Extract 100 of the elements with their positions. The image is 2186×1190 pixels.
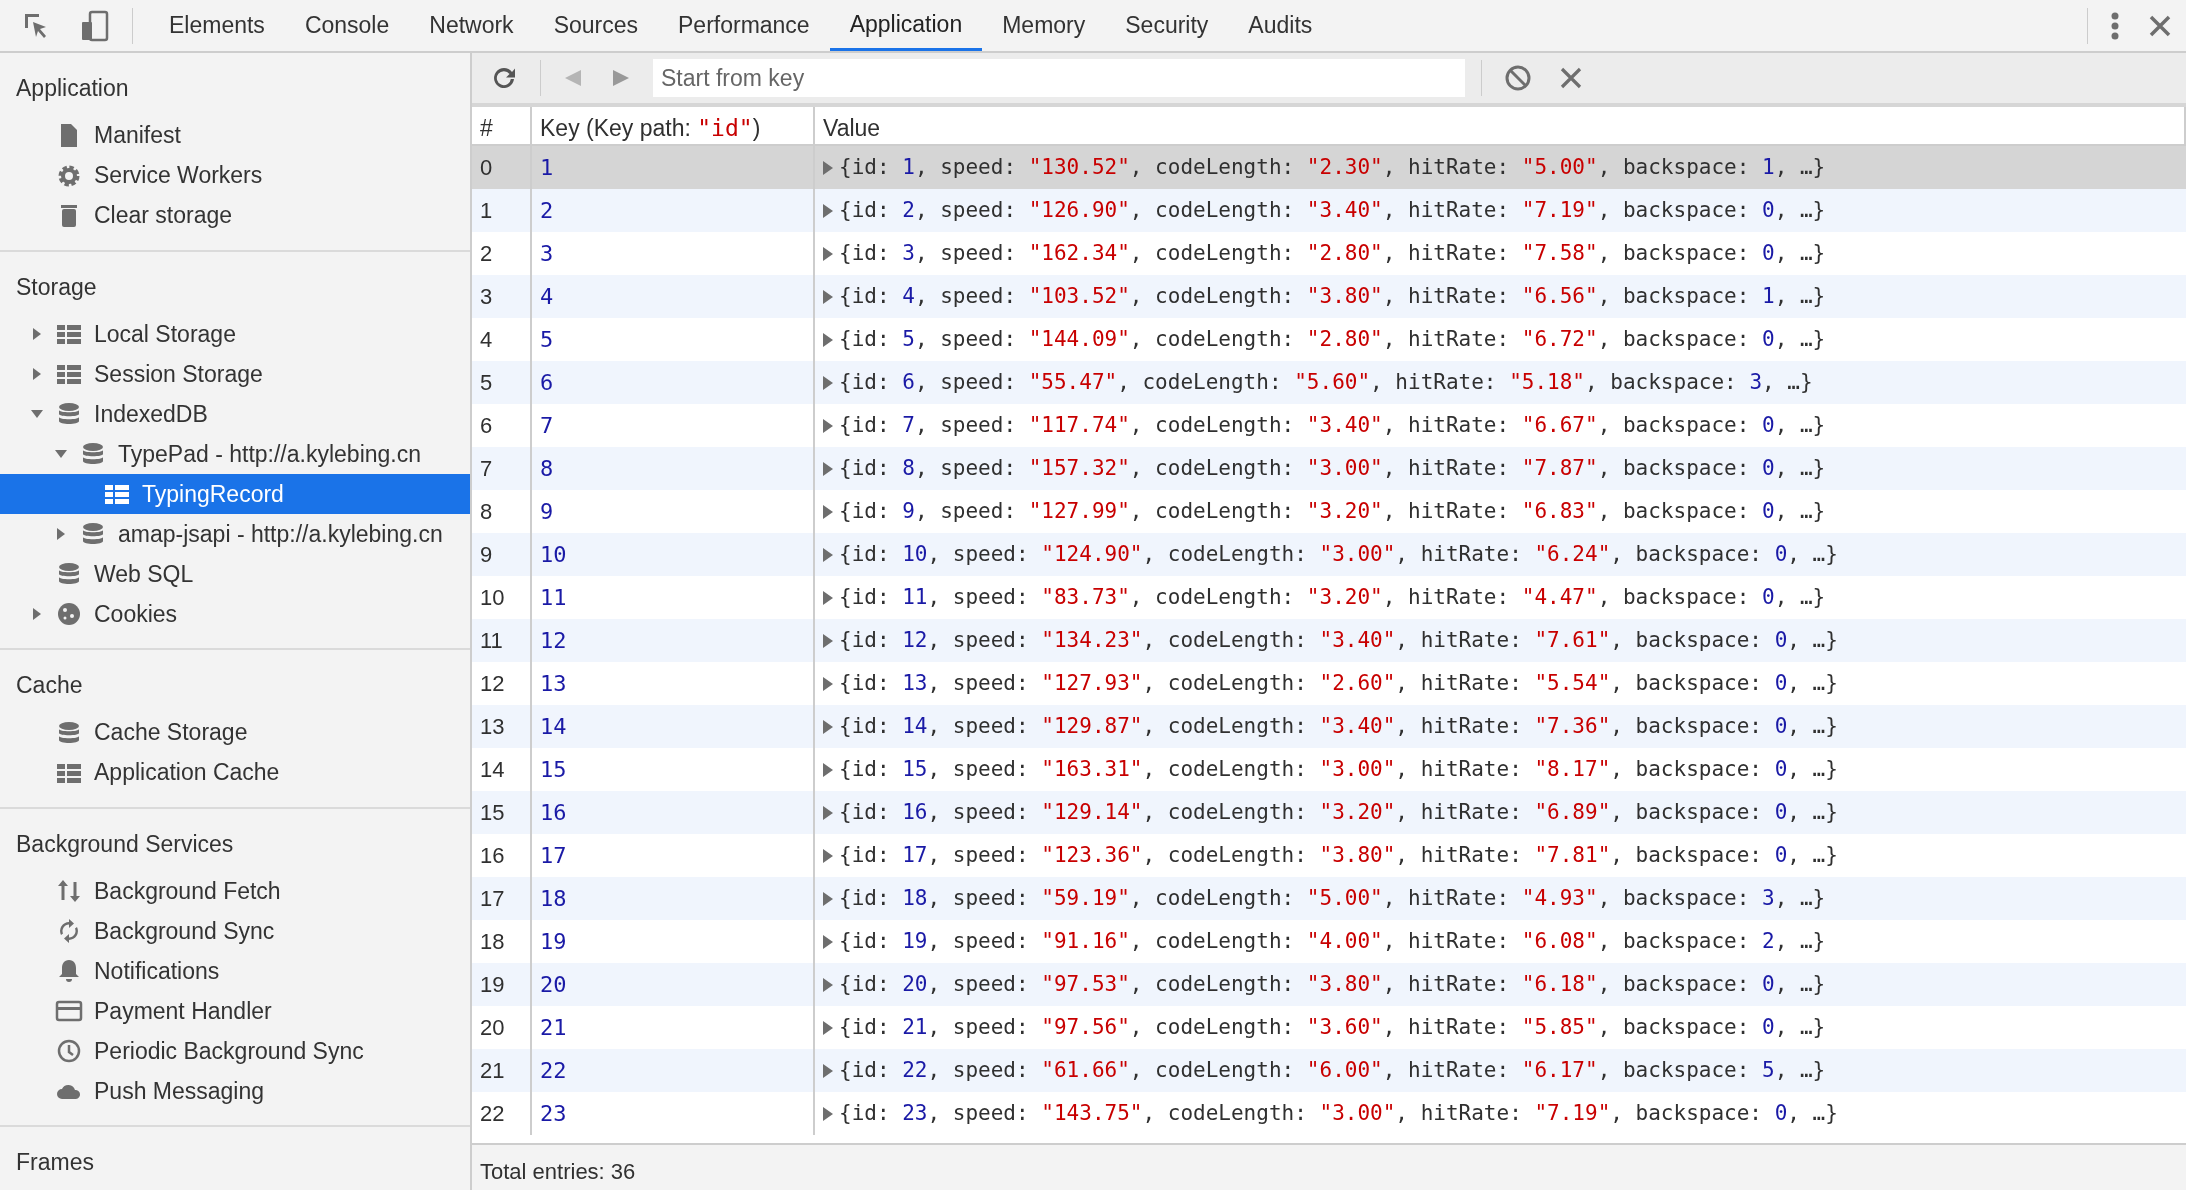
tab[interactable]: Console <box>284 0 410 51</box>
sidebar-item[interactable]: Session Storage <box>0 354 470 394</box>
object-preview: {id: 20, speed: "97.53", codeLength: "3.80", hitRate: "6.18", backspace: 0, …} <box>839 970 1826 998</box>
object-preview: {id: 10, speed: "124.90", codeLength: "3.00", hitRate: "6.24", backspace: 0, …} <box>839 540 1838 568</box>
table-cell: 2 <box>532 189 815 232</box>
sidebar-item[interactable]: Application Cache <box>0 752 470 793</box>
tab[interactable]: Performance <box>658 0 830 51</box>
table-cell: 21 <box>472 1049 532 1092</box>
expand-arrow-icon[interactable] <box>823 633 833 648</box>
tab[interactable]: Audits <box>1228 0 1333 51</box>
expand-arrow-icon[interactable] <box>823 160 833 175</box>
expand-arrow-icon[interactable] <box>823 891 833 906</box>
expand-arrow-icon[interactable] <box>823 805 833 820</box>
expand-arrow-icon[interactable] <box>823 461 833 476</box>
table-icon <box>56 322 82 346</box>
expand-arrow-icon[interactable] <box>823 590 833 605</box>
expand-arrow-icon[interactable] <box>823 1020 833 1035</box>
table-cell: 17 <box>472 877 532 920</box>
table-cell: 11 <box>472 619 532 662</box>
expand-arrow-icon[interactable] <box>823 934 833 949</box>
column-header[interactable]: Key (Key path: "id") <box>532 107 815 146</box>
expand-arrow-icon[interactable] <box>823 418 833 433</box>
object-preview: {id: 18, speed: "59.19", codeLength: "5.00", hitRate: "4.93", backspace: 3, …} <box>839 884 1826 912</box>
object-preview: {id: 21, speed: "97.56", codeLength: "3.60", hitRate: "5.85", backspace: 0, …} <box>839 1013 1826 1041</box>
tab[interactable]: Security <box>1105 0 1229 51</box>
object-preview: {id: 1, speed: "130.52", codeLength: "2.30", hitRate: "5.00", backspace: 1, …} <box>839 153 1826 181</box>
table-cell: 9 <box>472 533 532 576</box>
sidebar-item[interactable]: Payment Handler <box>0 991 470 1031</box>
close-icon <box>1560 67 1582 89</box>
expand-arrow-icon[interactable] <box>823 1106 833 1121</box>
sidebar-item[interactable]: Service Workers <box>0 155 470 196</box>
database-icon <box>57 562 81 586</box>
expand-arrow-icon[interactable] <box>823 375 833 390</box>
expand-arrow-icon[interactable] <box>823 332 833 347</box>
table-cell: 6 <box>532 361 815 404</box>
expand-arrow-icon[interactable] <box>823 203 833 218</box>
expand-arrow-icon[interactable] <box>823 719 833 734</box>
sidebar-item[interactable]: amap-jsapi - http://a.kylebing.cn <box>0 514 470 554</box>
object-preview: {id: 16, speed: "129.14", codeLength: "3.20", hitRate: "6.89", backspace: 0, …} <box>839 798 1838 826</box>
expand-arrow-icon[interactable] <box>823 848 833 863</box>
sidebar-item[interactable]: Cookies <box>0 594 470 634</box>
expand-arrow-icon[interactable] <box>823 289 833 304</box>
sidebar-item[interactable]: Manifest <box>0 115 470 156</box>
tab[interactable]: Sources <box>533 0 658 51</box>
sidebar-item[interactable]: IndexedDB <box>0 394 470 434</box>
table-cell: 4 <box>532 275 815 318</box>
object-preview: {id: 14, speed: "129.87", codeLength: "3.40", hitRate: "7.36", backspace: 0, …} <box>839 712 1838 740</box>
expand-arrow-icon[interactable] <box>823 762 833 777</box>
sidebar-item[interactable]: Periodic Background Sync <box>0 1031 470 1071</box>
expand-arrow-icon[interactable] <box>823 246 833 261</box>
tab[interactable]: Elements <box>149 0 285 51</box>
sidebar-item[interactable]: TypingRecord <box>0 474 470 514</box>
key-input-field[interactable]: Start from key <box>653 59 1465 97</box>
table-cell: 3 <box>472 275 532 318</box>
expand-arrow-icon[interactable] <box>823 977 833 992</box>
table-cell: 0 <box>472 146 532 189</box>
sidebar-item[interactable]: TypePad - http://a.kylebing.cn <box>0 434 470 474</box>
object-preview: {id: 17, speed: "123.36", codeLength: "3.80", hitRate: "7.81", backspace: 0, …} <box>839 841 1838 869</box>
table-cell: 15 <box>472 791 532 834</box>
column-header[interactable]: Value <box>815 107 2186 146</box>
close-icon <box>2148 13 2172 38</box>
sidebar-item[interactable]: Background Fetch <box>0 871 470 911</box>
table-cell: 19 <box>472 963 532 1006</box>
table-cell: 20 <box>532 963 815 1006</box>
table-cell: 5 <box>472 361 532 404</box>
clock-icon <box>56 1038 82 1064</box>
object-preview: {id: 8, speed: "157.32", codeLength: "3.00", hitRate: "7.87", backspace: 0, …} <box>839 454 1826 482</box>
sidebar-item[interactable]: Web SQL <box>0 554 470 594</box>
tab[interactable]: Network <box>409 0 534 51</box>
object-preview: {id: 23, speed: "143.75", codeLength: "3.00", hitRate: "7.19", backspace: 0, …} <box>839 1099 1838 1127</box>
sidebar-item[interactable]: Cache Storage <box>0 712 470 753</box>
table-cell: 18 <box>532 877 815 920</box>
object-preview: {id: 9, speed: "127.99", codeLength: "3.20", hitRate: "6.83", backspace: 0, …} <box>839 497 1826 525</box>
object-preview: {id: 6, speed: "55.47", codeLength: "5.60", hitRate: "5.18", backspace: 3, …} <box>839 368 1813 396</box>
sidebar-item[interactable]: Clear storage <box>0 195 470 236</box>
table-cell: 13 <box>472 705 532 748</box>
expand-arrow-icon[interactable] <box>823 676 833 691</box>
more-icon <box>2110 10 2120 41</box>
database-icon <box>57 402 81 426</box>
expand-arrow-icon[interactable] <box>823 547 833 562</box>
table-cell: 8 <box>532 447 815 490</box>
section-heading: Cache <box>15 671 84 700</box>
expand-arrow-icon[interactable] <box>823 504 833 519</box>
column-header[interactable]: # <box>472 107 532 146</box>
object-preview: {id: 2, speed: "126.90", codeLength: "3.40", hitRate: "7.19", backspace: 0, …} <box>839 196 1826 224</box>
blocked-icon <box>1504 64 1532 92</box>
left-triangle-icon <box>563 68 583 88</box>
sidebar-item[interactable]: Push Messaging <box>0 1071 470 1111</box>
table-cell: 12 <box>532 619 815 662</box>
object-preview: {id: 11, speed: "83.73", codeLength: "3.20", hitRate: "4.47", backspace: 0, …} <box>839 583 1826 611</box>
sidebar-item[interactable]: Notifications <box>0 951 470 991</box>
expand-arrow-icon[interactable] <box>823 1063 833 1078</box>
sidebar-item[interactable]: Background Sync <box>0 911 470 951</box>
tab[interactable]: Memory <box>982 0 1106 51</box>
sidebar-item[interactable]: Local Storage <box>0 314 470 354</box>
database-icon <box>57 720 81 745</box>
right-triangle-icon <box>611 68 631 88</box>
up-down-arrows-icon <box>56 878 82 904</box>
section-heading: Storage <box>15 272 98 302</box>
object-preview: {id: 13, speed: "127.93", codeLength: "2.60", hitRate: "5.54", backspace: 0, …} <box>839 669 1838 697</box>
